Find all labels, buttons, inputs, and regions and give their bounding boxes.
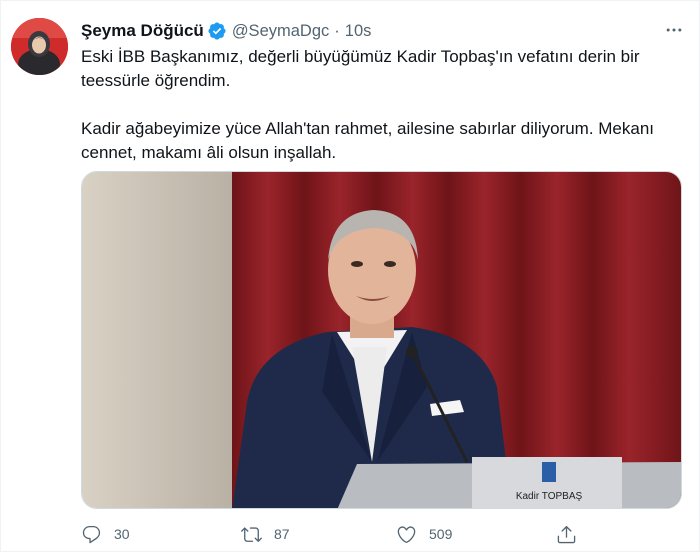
- header-separator: ·: [334, 21, 340, 40]
- share-icon: [557, 525, 576, 543]
- retweet-icon: [241, 526, 262, 542]
- reply-icon: [82, 525, 101, 543]
- tweet-card[interactable]: Şeyma Döğücü @SeymaDgc · 10s Eski İBB Ba…: [0, 0, 700, 552]
- tweet-text: Eski İBB Başkanımız, değerli büyüğümüz K…: [81, 45, 681, 165]
- reply-button[interactable]: 30: [81, 521, 130, 547]
- retweet-button[interactable]: 87: [241, 521, 290, 547]
- tweet-text-paragraph-1: Eski İBB Başkanımız, değerli büyüğümüz K…: [81, 47, 640, 90]
- heart-icon: [397, 525, 416, 543]
- verified-badge-icon: [207, 21, 227, 41]
- tweet-timestamp[interactable]: 10s: [345, 22, 372, 41]
- tweet-header: Şeyma Döğücü @SeymaDgc · 10s: [81, 19, 371, 43]
- like-button[interactable]: 509: [396, 521, 452, 547]
- reply-count: 30: [114, 526, 130, 542]
- tweet-photo[interactable]: Kadir TOPBAŞ: [81, 171, 682, 509]
- tweet-text-paragraph-2: Kadir ağabeyimize yüce Allah'tan rahmet,…: [81, 119, 655, 162]
- share-button[interactable]: [556, 521, 577, 547]
- tweet-actions: 30 87 509: [81, 521, 681, 547]
- avatar[interactable]: [11, 18, 68, 75]
- podium-label: Kadir TOPBAŞ: [516, 491, 583, 502]
- retweet-count: 87: [274, 526, 290, 542]
- author-handle[interactable]: @SeymaDgc: [232, 22, 329, 41]
- like-count: 509: [429, 526, 453, 542]
- author-display-name[interactable]: Şeyma Döğücü: [81, 21, 204, 41]
- more-options-icon[interactable]: [663, 19, 685, 41]
